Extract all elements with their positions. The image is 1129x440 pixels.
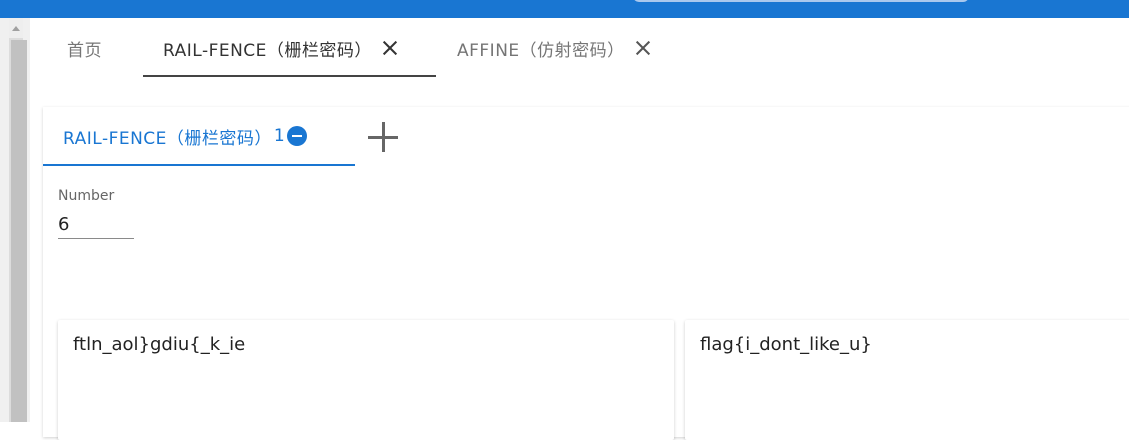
remove-circle-icon[interactable] <box>287 126 308 146</box>
scrollbar-thumb[interactable] <box>11 40 27 422</box>
input-textarea[interactable]: ftln_aol}gdiu{_k_ie <box>73 334 659 424</box>
output-text-box: flag{i_dont_like_u} <box>685 320 1129 440</box>
tab-home[interactable]: 首页 <box>67 18 102 78</box>
add-icon[interactable] <box>367 121 399 153</box>
cipher-instance-tabs: RAIL-FENCE（栅栏密码） 1 <box>43 107 1129 167</box>
header-search-bar[interactable] <box>633 0 969 2</box>
tab-affine-label: AFFINE（仿射密码） <box>457 40 625 61</box>
vertical-scrollbar[interactable] <box>0 18 30 422</box>
page-tabs: 首页 RAIL-FENCE（栅栏密码） AFFINE（仿射密码） <box>30 18 1129 80</box>
instance-tab-indicator <box>43 164 355 166</box>
cipher-card: RAIL-FENCE（栅栏密码） 1 Number ftln_aol}gdiu{… <box>43 107 1129 440</box>
tab-home-label: 首页 <box>67 40 102 61</box>
number-input[interactable] <box>58 210 134 239</box>
number-field-label: Number <box>58 188 115 204</box>
main-content: 首页 RAIL-FENCE（栅栏密码） AFFINE（仿射密码） RAIL-FE… <box>30 18 1129 440</box>
active-tab-indicator <box>143 75 436 77</box>
arrow-up-icon <box>12 25 20 31</box>
close-icon[interactable] <box>382 40 398 56</box>
scroll-up-button[interactable] <box>9 18 23 38</box>
number-field: Number <box>58 188 134 243</box>
tab-rail-fence[interactable]: RAIL-FENCE（栅栏密码） <box>163 18 398 78</box>
tab-affine[interactable]: AFFINE（仿射密码） <box>457 18 651 78</box>
output-textarea[interactable]: flag{i_dont_like_u} <box>700 334 1129 424</box>
instance-tab-rail-fence-1[interactable]: RAIL-FENCE（栅栏密码） 1 <box>43 107 308 165</box>
instance-tab-count: 1 <box>273 126 286 146</box>
instance-tab-label: RAIL-FENCE（栅栏密码） <box>63 128 272 149</box>
tab-rail-fence-label: RAIL-FENCE（栅栏密码） <box>163 40 372 61</box>
app-header <box>0 0 1129 18</box>
input-text-box: ftln_aol}gdiu{_k_ie <box>58 320 674 440</box>
close-icon[interactable] <box>635 40 651 56</box>
